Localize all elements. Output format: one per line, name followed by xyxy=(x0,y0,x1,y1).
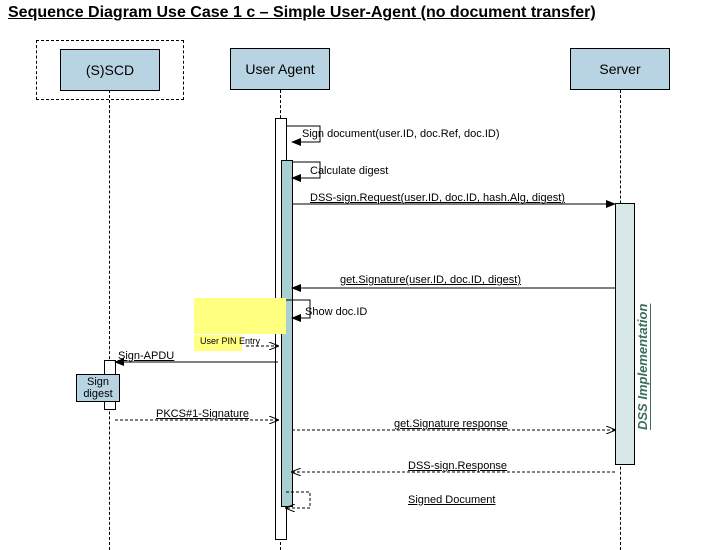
msg-sign-apdu: Sign-APDU xyxy=(118,350,174,362)
participant-sscd: (S)SCD xyxy=(60,49,160,91)
lifeline-sscd xyxy=(109,90,110,550)
highlight-showdoc xyxy=(194,298,286,334)
msg-get-signature: get.Signature(user.ID, doc.ID, digest) xyxy=(340,274,521,286)
msg-dss-request: DSS-sign.Request(user.ID, doc.ID, hash.A… xyxy=(310,192,565,204)
dss-label: DSS Implementation xyxy=(635,270,650,430)
msg-get-sig-response: get.Signature response xyxy=(394,418,508,430)
msg-signed-document: Signed Document xyxy=(408,494,495,506)
msg-show-docid: Show doc.ID xyxy=(305,306,367,318)
diagram-title: Sequence Diagram Use Case 1 c – Simple U… xyxy=(8,4,596,22)
note-sign-digest: Sign digest xyxy=(76,374,120,402)
msg-pkcs: PKCS#1-Signature xyxy=(156,408,249,420)
participant-server: Server xyxy=(570,48,670,90)
msg-calc-digest: Calculate digest xyxy=(310,165,388,177)
participant-user-agent: User Agent xyxy=(230,48,330,90)
msg-dss-response: DSS-sign.Response xyxy=(408,460,507,472)
msg-sign-document: Sign document(user.ID, doc.Ref, doc.ID) xyxy=(302,128,499,140)
participant-sscd-container: (S)SCD xyxy=(36,40,184,100)
activation-dss xyxy=(615,203,635,465)
msg-user-pin: User PIN Entry xyxy=(200,336,260,346)
